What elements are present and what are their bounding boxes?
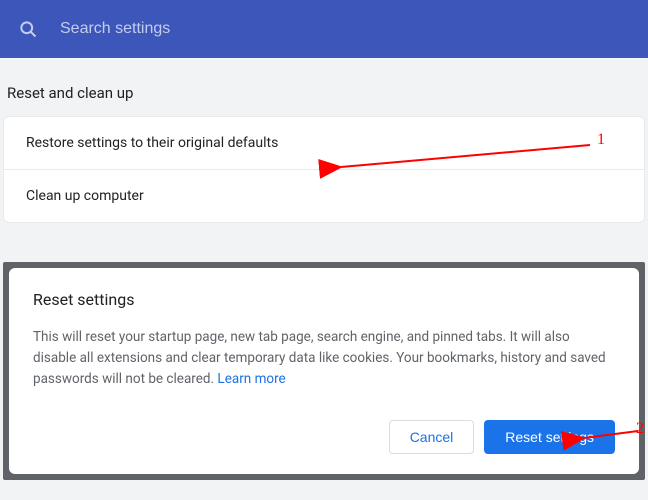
cancel-button[interactable]: Cancel <box>389 420 475 454</box>
reset-settings-button[interactable]: Reset settings <box>484 420 615 454</box>
search-input[interactable] <box>60 20 630 38</box>
learn-more-link[interactable]: Learn more <box>217 371 285 387</box>
row-restore-defaults[interactable]: Restore settings to their original defau… <box>4 117 644 170</box>
annotation-label-2: 2 <box>636 420 644 438</box>
annotation-label-1: 1 <box>597 131 605 149</box>
reset-dialog: Reset settings This will reset your star… <box>9 268 639 474</box>
search-bar <box>0 0 648 58</box>
row-clean-up-computer[interactable]: Clean up computer <box>4 170 644 222</box>
dialog-actions: Cancel Reset settings <box>33 420 615 454</box>
content-area: Reset and clean up Restore settings to t… <box>0 58 648 223</box>
settings-card: Restore settings to their original defau… <box>3 116 645 223</box>
section-title: Reset and clean up <box>0 84 648 116</box>
dialog-backdrop: Reset settings This will reset your star… <box>3 262 645 480</box>
dialog-body-text: This will reset your startup page, new t… <box>33 329 606 387</box>
dialog-title: Reset settings <box>33 290 615 309</box>
dialog-body: This will reset your startup page, new t… <box>33 327 615 390</box>
search-icon <box>18 19 38 39</box>
